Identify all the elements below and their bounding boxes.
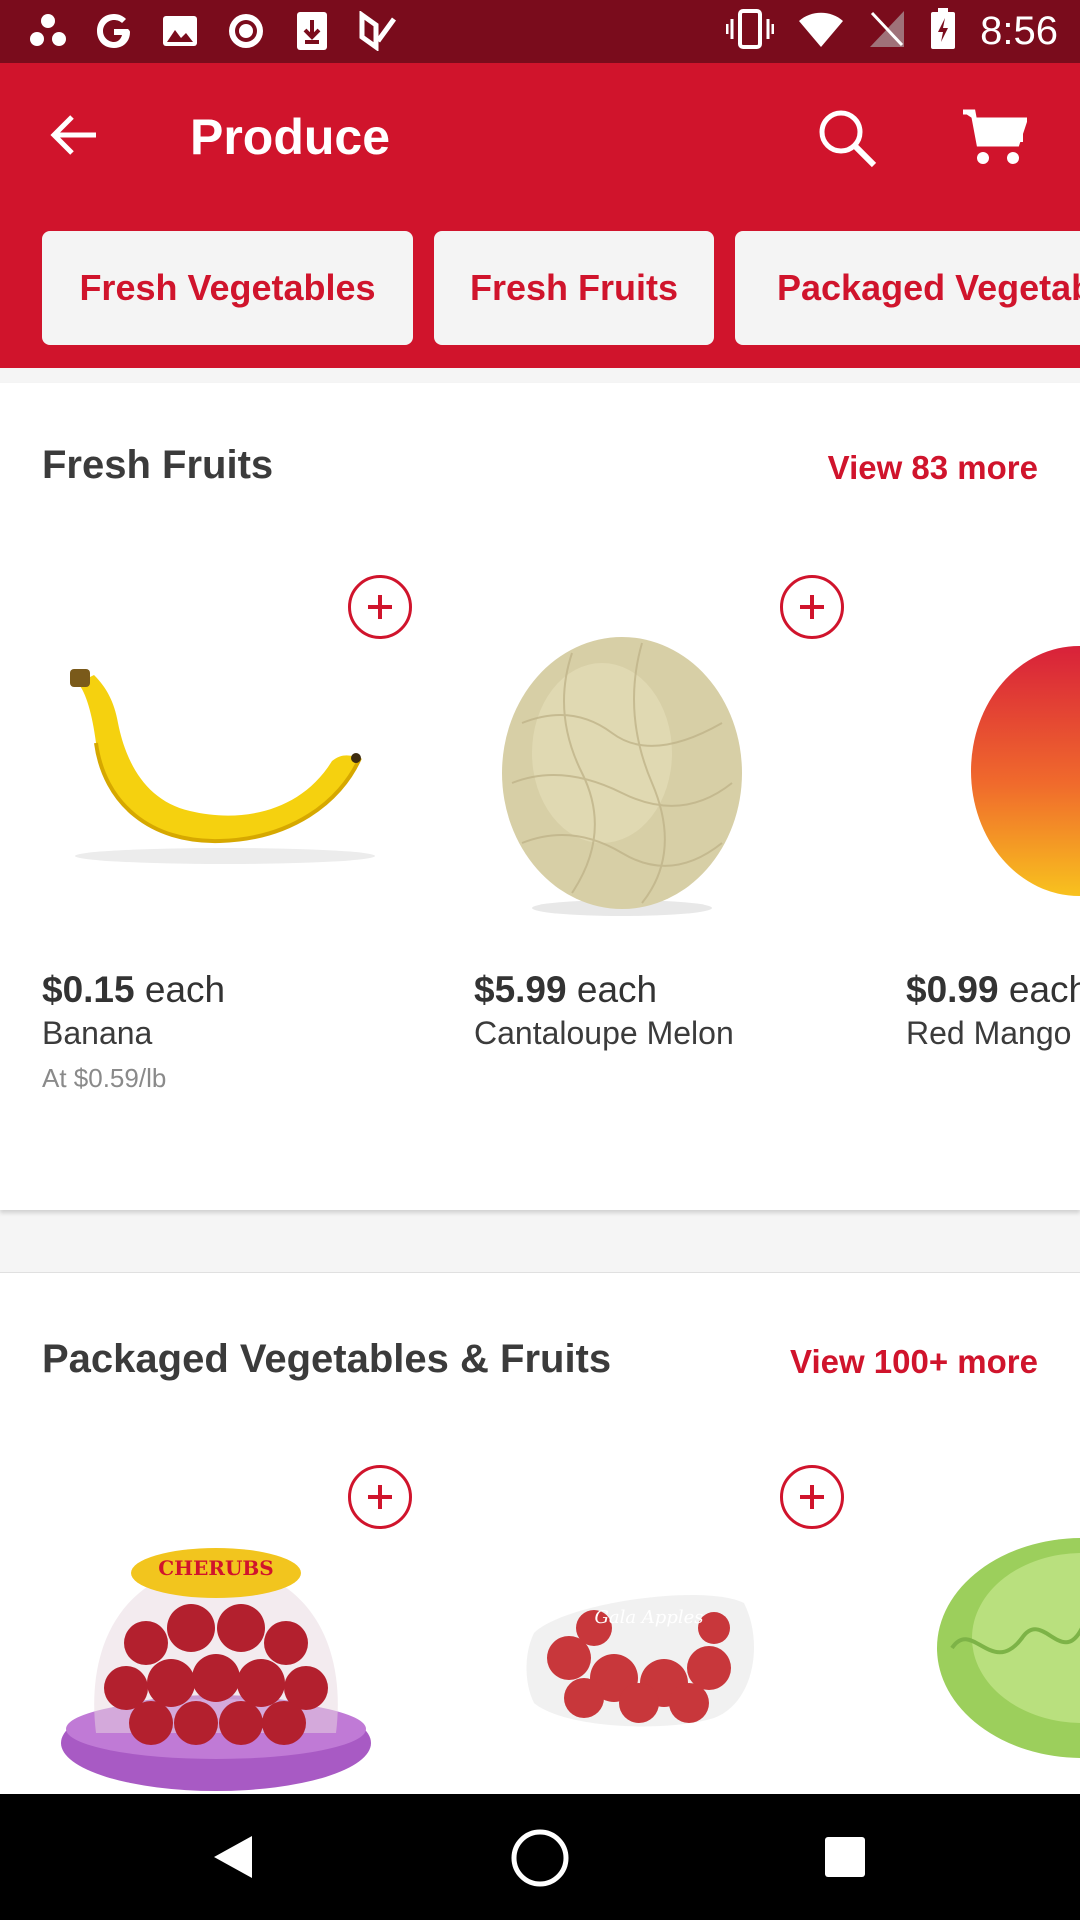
no-signal-icon	[868, 9, 906, 54]
nav-home-button[interactable]	[510, 1828, 570, 1888]
status-bar: 8:56	[0, 0, 1080, 63]
page-title: Produce	[190, 109, 391, 165]
product-card[interactable]: CHERUBS	[0, 1273, 412, 1795]
chip-fresh-vegetables[interactable]: Fresh Vegetables	[42, 231, 413, 345]
product-name: Red Mango	[906, 1015, 1072, 1051]
section-fresh-fruits: Fresh Fruits View 83 more $0.15 each Ban…	[0, 383, 1080, 1210]
search-button[interactable]	[812, 103, 882, 173]
search-icon	[819, 110, 877, 168]
square-recents-icon	[825, 1837, 865, 1877]
cart-icon	[963, 109, 1027, 164]
lettuce-image	[937, 1538, 1080, 1758]
navigation-bar	[0, 1794, 1080, 1920]
mango-image	[971, 646, 1080, 896]
plus-icon	[368, 1485, 392, 1509]
record-icon	[226, 10, 266, 52]
add-to-cart-button[interactable]	[780, 1465, 844, 1529]
section-packaged: Packaged Vegetables & Fruits View 100+ m…	[0, 1272, 1080, 1794]
status-time: 8:56	[980, 9, 1058, 53]
check-icon	[358, 10, 398, 52]
banana-image	[70, 669, 375, 864]
product-price: $5.99 each	[474, 969, 658, 1010]
product-card[interactable]: Gala Apples	[432, 1273, 844, 1795]
product-card[interactable]	[864, 1273, 1080, 1795]
grapes-image: CHERUBS	[61, 1548, 371, 1791]
nav-back-button[interactable]	[208, 1832, 258, 1882]
vibrate-icon	[725, 9, 775, 54]
package-label: CHERUBS	[158, 1556, 273, 1580]
image-icon	[160, 10, 200, 52]
triangle-back-icon	[214, 1836, 252, 1878]
add-to-cart-button[interactable]	[348, 1465, 412, 1529]
arrow-left-icon	[50, 115, 96, 155]
plus-icon	[800, 1485, 824, 1509]
wifi-icon	[798, 9, 844, 54]
product-card[interactable]: $5.99 each Cantaloupe Melon	[432, 383, 844, 1210]
product-name: Banana	[42, 1015, 153, 1051]
add-to-cart-button[interactable]	[348, 575, 412, 639]
unit-price: At $0.59/lb	[42, 1063, 167, 1093]
dots-icon	[28, 10, 68, 52]
nav-recents-button[interactable]	[822, 1834, 868, 1880]
product-price: $0.15 each	[42, 969, 226, 1010]
add-to-cart-button[interactable]	[780, 575, 844, 639]
app-bar: Produce Fresh Vegetables Fresh Fruits Pa…	[0, 63, 1080, 368]
chip-packaged[interactable]: Packaged Vegetab	[735, 231, 1080, 345]
product-card[interactable]: $0.15 each Banana At $0.59/lb	[0, 383, 412, 1210]
package-label: Gala Apples	[594, 1607, 703, 1628]
product-name: Cantaloupe Melon	[474, 1015, 734, 1051]
battery-icon	[930, 8, 956, 55]
plus-icon	[368, 595, 392, 619]
product-card[interactable]: $0.99 each Red Mango	[864, 383, 1080, 1210]
plus-icon	[800, 595, 824, 619]
chip-label: Packaged Vegetab	[777, 267, 1080, 308]
apples-bag-image: Gala Apples	[526, 1594, 754, 1727]
google-icon	[94, 10, 134, 52]
cantaloupe-image	[502, 637, 742, 916]
chip-fresh-fruits[interactable]: Fresh Fruits	[434, 231, 714, 345]
chip-label: Fresh Fruits	[469, 267, 679, 308]
circle-home-icon	[511, 1829, 569, 1887]
cart-button[interactable]	[958, 103, 1030, 173]
back-button[interactable]	[42, 103, 106, 167]
chip-label: Fresh Vegetables	[79, 267, 376, 308]
download-icon	[292, 10, 332, 52]
product-price: $0.99 each	[906, 969, 1080, 1010]
